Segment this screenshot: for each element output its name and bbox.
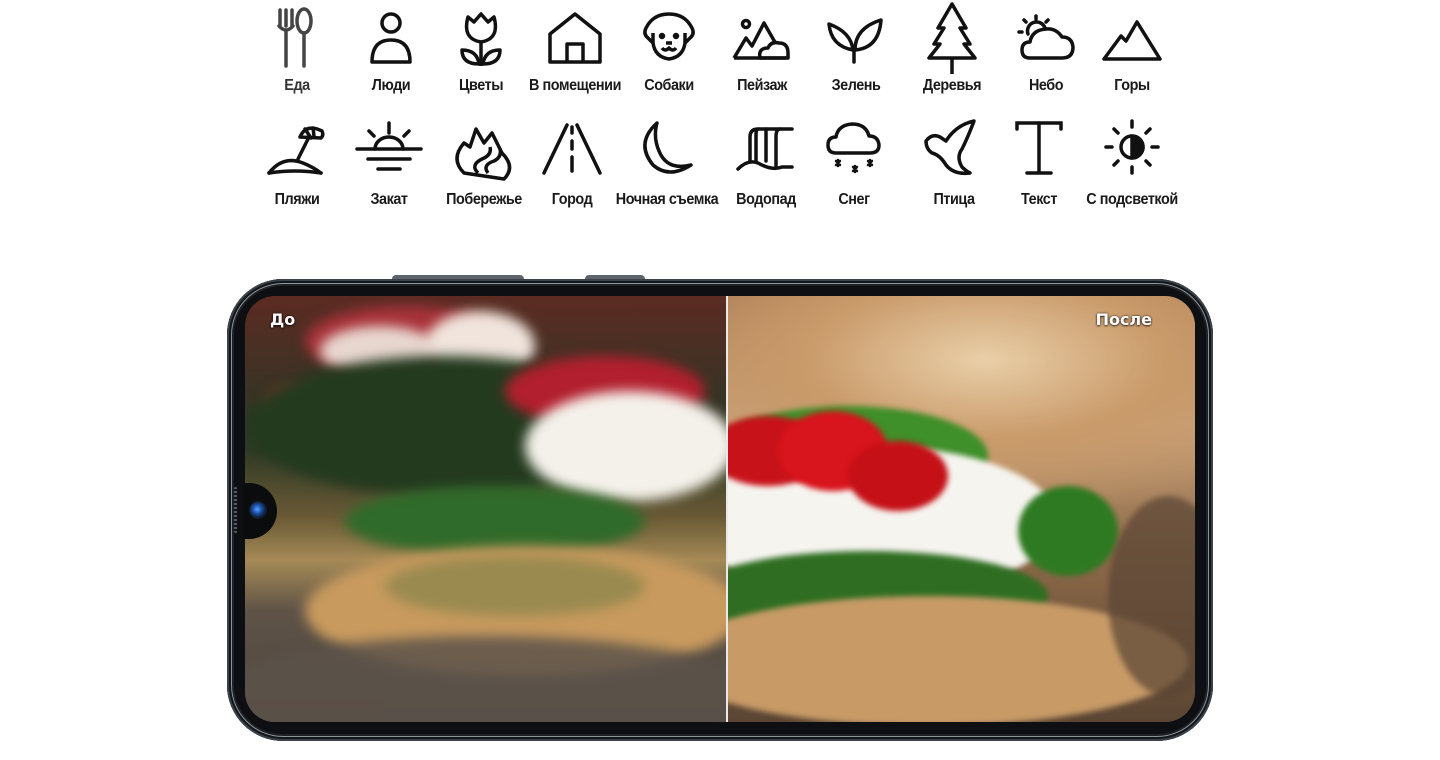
snow-cloud-icon bbox=[826, 122, 881, 174]
before-photo: До bbox=[245, 296, 727, 722]
phone-frame: До После bbox=[227, 279, 1213, 741]
person-icon bbox=[370, 12, 412, 64]
coast-icon bbox=[455, 127, 512, 181]
before-label: До bbox=[270, 310, 296, 329]
tree-icon bbox=[927, 2, 977, 74]
tulip-icon bbox=[460, 12, 502, 66]
dog-icon bbox=[643, 12, 695, 61]
front-camera-icon bbox=[250, 502, 266, 518]
comparison-slider-divider[interactable] bbox=[726, 296, 728, 722]
after-photo: После bbox=[728, 296, 1195, 722]
scene-mountains: Горы bbox=[1077, 0, 1187, 110]
sun-cloud-icon bbox=[1017, 14, 1075, 60]
scene-backlight: С подсветкой bbox=[1077, 113, 1187, 223]
scene-label: Горы bbox=[1114, 77, 1150, 94]
speaker-grille bbox=[234, 487, 237, 533]
waterfall-icon bbox=[736, 127, 794, 171]
beach-umbrella-icon bbox=[267, 126, 325, 175]
sprout-icon bbox=[827, 18, 883, 64]
bird-icon bbox=[924, 119, 976, 176]
text-t-icon bbox=[1015, 121, 1063, 175]
scene-label: С подсветкой bbox=[1086, 191, 1178, 208]
sunset-icon bbox=[355, 121, 423, 171]
phone-screen: До После bbox=[245, 296, 1195, 722]
house-icon bbox=[548, 12, 602, 64]
backlight-icon bbox=[1104, 119, 1160, 175]
mountain-icon bbox=[1102, 20, 1162, 61]
scene-icons-row-1: Еда Люди Цветы В помещении Собаки Пейзаж… bbox=[0, 0, 1440, 110]
after-label: После bbox=[1095, 310, 1152, 329]
scene-icons-row-2: Пляжи Закат Побережье Город Ночная съемк… bbox=[0, 113, 1440, 223]
fork-spoon-icon bbox=[277, 7, 313, 68]
landscape-icon bbox=[732, 18, 790, 60]
road-icon bbox=[542, 123, 602, 175]
moon-icon bbox=[643, 121, 693, 174]
